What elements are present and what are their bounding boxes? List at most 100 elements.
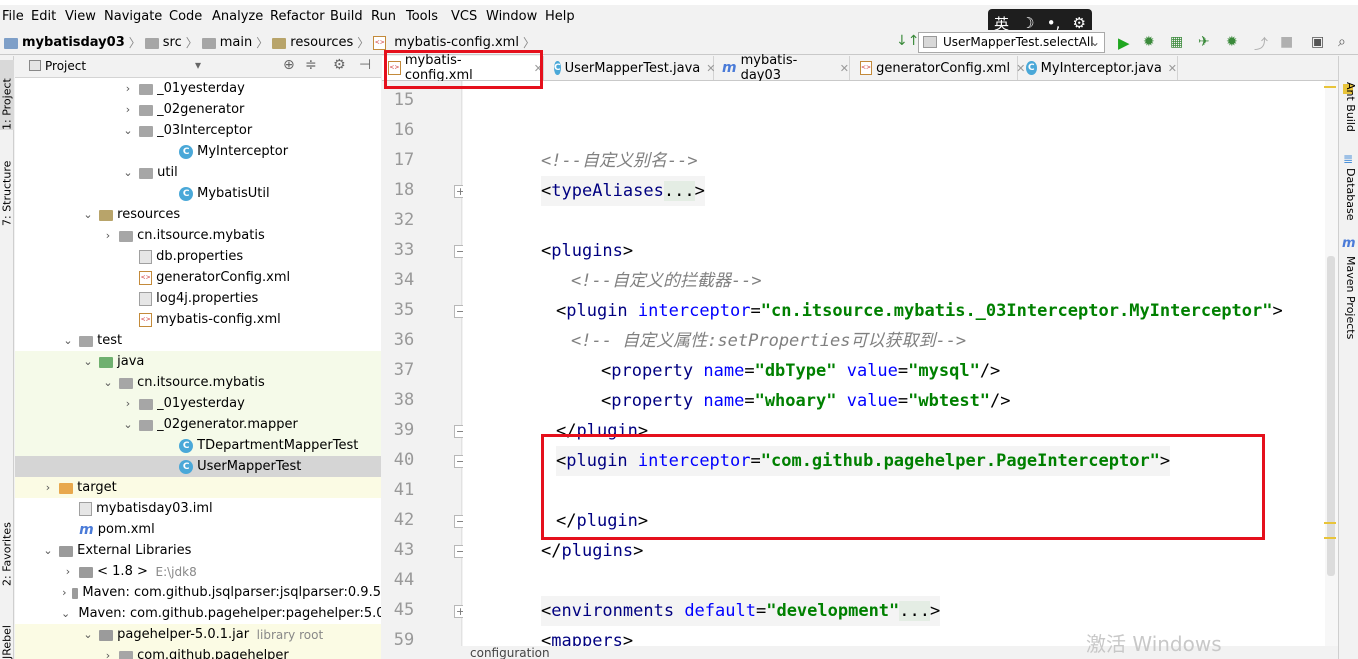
tab-mybatis-day03[interactable]: m mybatis-day03 ✕ — [716, 53, 850, 83]
close-icon[interactable]: ✕ — [706, 62, 715, 75]
chevron-down-icon[interactable]: ▾ — [195, 58, 201, 72]
tree-row[interactable]: › _01yesterday — [15, 393, 381, 414]
code-line[interactable]: <plugin interceptor="com.github.pagehelp… — [556, 446, 1171, 476]
code-editor[interactable]: <!--自定义别名--> <typeAliases...> <plugins> <!-… — [463, 81, 1325, 646]
code-line[interactable]: <property name="whoary" value="wbtest"/> — [601, 386, 1011, 416]
menu-navigate[interactable]: Navigate — [104, 9, 162, 24]
jrebel-debug-icon[interactable]: ✹ — [1226, 34, 1242, 50]
code-line[interactable]: <property name="dbType" value="mysql"/> — [601, 356, 1000, 386]
chevron-down-icon[interactable]: ⌄ — [121, 124, 135, 137]
chevron-down-icon[interactable]: ⌄ — [41, 544, 55, 557]
code-line[interactable]: <!--自定义别名--> — [541, 146, 698, 176]
breadcrumb-src[interactable]: src — [163, 35, 182, 50]
tab-generatorconfig-xml[interactable]: <> generatorConfig.xml ✕ — [854, 56, 1025, 80]
target-icon[interactable]: ⊕ — [283, 57, 295, 73]
editor-scrollbar[interactable] — [1325, 81, 1338, 646]
breadcrumb-resources[interactable]: resources — [290, 35, 353, 50]
tree-row[interactable]: C UserMapperTest — [15, 456, 381, 477]
update-icon[interactable]: ⤴ — [1254, 34, 1270, 53]
tool-tab-ant-build[interactable]: Ant Build — [1341, 82, 1357, 132]
code-line[interactable]: <!-- 自定义属性:setProperties可以获取到--> — [571, 326, 966, 356]
tree-row[interactable]: C MybatisUtil — [15, 183, 381, 204]
menu-vcs[interactable]: VCS — [451, 9, 477, 24]
error-stripe-mark[interactable] — [1324, 522, 1336, 524]
tool-tab-jrebel[interactable]: JRebel — [0, 604, 14, 659]
tree-row[interactable]: ⌄ test — [15, 330, 381, 351]
gear-icon[interactable]: ⚙ — [333, 57, 346, 73]
tree-row[interactable]: ⌄ pagehelper-5.0.1.jar library root — [15, 624, 381, 645]
close-icon[interactable]: ✕ — [840, 62, 849, 75]
menu-code[interactable]: Code — [169, 9, 202, 24]
menu-analyze[interactable]: Analyze — [212, 9, 263, 24]
tool-tab-maven[interactable]: Maven Projects — [1341, 256, 1357, 339]
code-line[interactable]: </plugins> — [541, 536, 643, 566]
jrebel-run-icon[interactable]: ✈ — [1198, 34, 1214, 50]
chevron-right-icon[interactable]: › — [121, 82, 135, 95]
tool-tab-project[interactable]: 1: Project — [0, 60, 14, 130]
tree-row[interactable]: db.properties — [15, 246, 381, 267]
tab-usermappertest-java[interactable]: C UserMapperTest.java ✕ — [548, 56, 715, 80]
menu-edit[interactable]: Edit — [31, 9, 56, 24]
tree-row[interactable]: › < 1.8 > E:\jdk8 — [15, 561, 381, 582]
tree-row[interactable]: ⌄ resources — [15, 204, 381, 225]
chevron-down-icon[interactable]: ⌄ — [121, 418, 135, 431]
menu-help[interactable]: Help — [545, 9, 575, 24]
code-line[interactable]: </plugin> — [556, 506, 648, 536]
menu-view[interactable]: View — [65, 9, 96, 24]
close-icon[interactable]: ✕ — [534, 62, 543, 75]
project-panel-title[interactable]: Project — [45, 59, 86, 73]
menu-window[interactable]: Window — [486, 9, 537, 24]
chevron-right-icon[interactable]: › — [41, 481, 55, 494]
chevron-down-icon[interactable]: ⌄ — [121, 166, 135, 179]
collapse-icon[interactable]: ≑ — [305, 57, 317, 73]
breadcrumb-file[interactable]: mybatis-config.xml — [394, 35, 519, 50]
code-line[interactable]: <environments default="development"...> — [541, 596, 941, 626]
breadcrumb-project[interactable]: mybatisday03 — [22, 35, 125, 50]
stop-icon[interactable]: ■ — [1280, 34, 1296, 50]
chevron-right-icon[interactable]: › — [61, 586, 68, 599]
code-line[interactable]: <typeAliases...> — [541, 176, 705, 206]
chevron-down-icon[interactable]: ⌄ — [81, 208, 95, 221]
tree-row[interactable]: ⌄ _02generator.mapper — [15, 414, 381, 435]
error-stripe-mark[interactable] — [1324, 86, 1336, 88]
code-line[interactable]: <mappers> — [541, 626, 633, 646]
tab-myinterceptor-java[interactable]: C MyInterceptor.java ✕ — [1020, 56, 1178, 80]
tree-row[interactable]: ⌄ java — [15, 351, 381, 372]
tree-row[interactable]: › target — [15, 477, 381, 498]
error-stripe-mark[interactable] — [1324, 537, 1336, 539]
coverage-icon[interactable]: ▦ — [1170, 34, 1186, 50]
tool-tab-database[interactable]: Database — [1341, 168, 1357, 221]
project-structure-icon[interactable]: ▣ — [1311, 34, 1327, 50]
tree-row[interactable]: ⌄ cn.itsource.mybatis — [15, 372, 381, 393]
chevron-right-icon[interactable]: › — [101, 229, 115, 242]
tool-tab-structure[interactable]: 7: Structure — [0, 148, 14, 226]
tree-row[interactable]: m pom.xml — [15, 519, 381, 540]
tool-tab-favorites[interactable]: 2: Favorites — [0, 506, 14, 586]
chevron-down-icon[interactable]: ⌄ — [81, 355, 95, 368]
xml-path[interactable]: configuration — [470, 646, 550, 659]
tree-row[interactable]: ⌄ Maven: com.github.pagehelper:pagehelpe… — [15, 603, 381, 624]
tree-row[interactable]: › Maven: com.github.jsqlparser:jsqlparse… — [15, 582, 381, 603]
menu-build[interactable]: Build — [330, 9, 363, 24]
chevron-down-icon[interactable]: ⌄ — [81, 628, 95, 641]
chevron-right-icon[interactable]: › — [61, 565, 75, 578]
menu-tools[interactable]: Tools — [406, 9, 438, 24]
code-line[interactable]: <plugin interceptor="cn.itsource.mybatis… — [556, 296, 1283, 326]
tree-row[interactable]: C TDepartmentMapperTest — [15, 435, 381, 456]
code-line[interactable]: <!--自定义的拦截器--> — [571, 266, 762, 296]
tree-row[interactable]: <> generatorConfig.xml — [15, 267, 381, 288]
tree-row[interactable]: › com.github.pagehelper — [15, 645, 381, 659]
chevron-down-icon[interactable]: ⌄ — [101, 376, 115, 389]
search-everywhere-icon[interactable]: ⌕ — [1338, 34, 1354, 50]
code-line[interactable]: </plugin> — [556, 416, 648, 446]
chevron-right-icon[interactable]: › — [101, 649, 115, 659]
tree-row[interactable]: › cn.itsource.mybatis — [15, 225, 381, 246]
hide-icon[interactable]: ⊣ — [359, 57, 371, 73]
tab-mybatis-config-xml[interactable]: <> mybatis-config.xml ✕ — [382, 53, 544, 83]
close-icon[interactable]: ✕ — [1168, 62, 1177, 75]
tree-row[interactable]: › _02generator — [15, 99, 381, 120]
run-configuration-select[interactable]: UserMapperTest.selectAll ⌄ — [918, 32, 1105, 53]
tree-row[interactable]: <> mybatis-config.xml — [15, 309, 381, 330]
menu-file[interactable]: File — [2, 9, 24, 24]
chevron-right-icon[interactable]: › — [121, 103, 135, 116]
